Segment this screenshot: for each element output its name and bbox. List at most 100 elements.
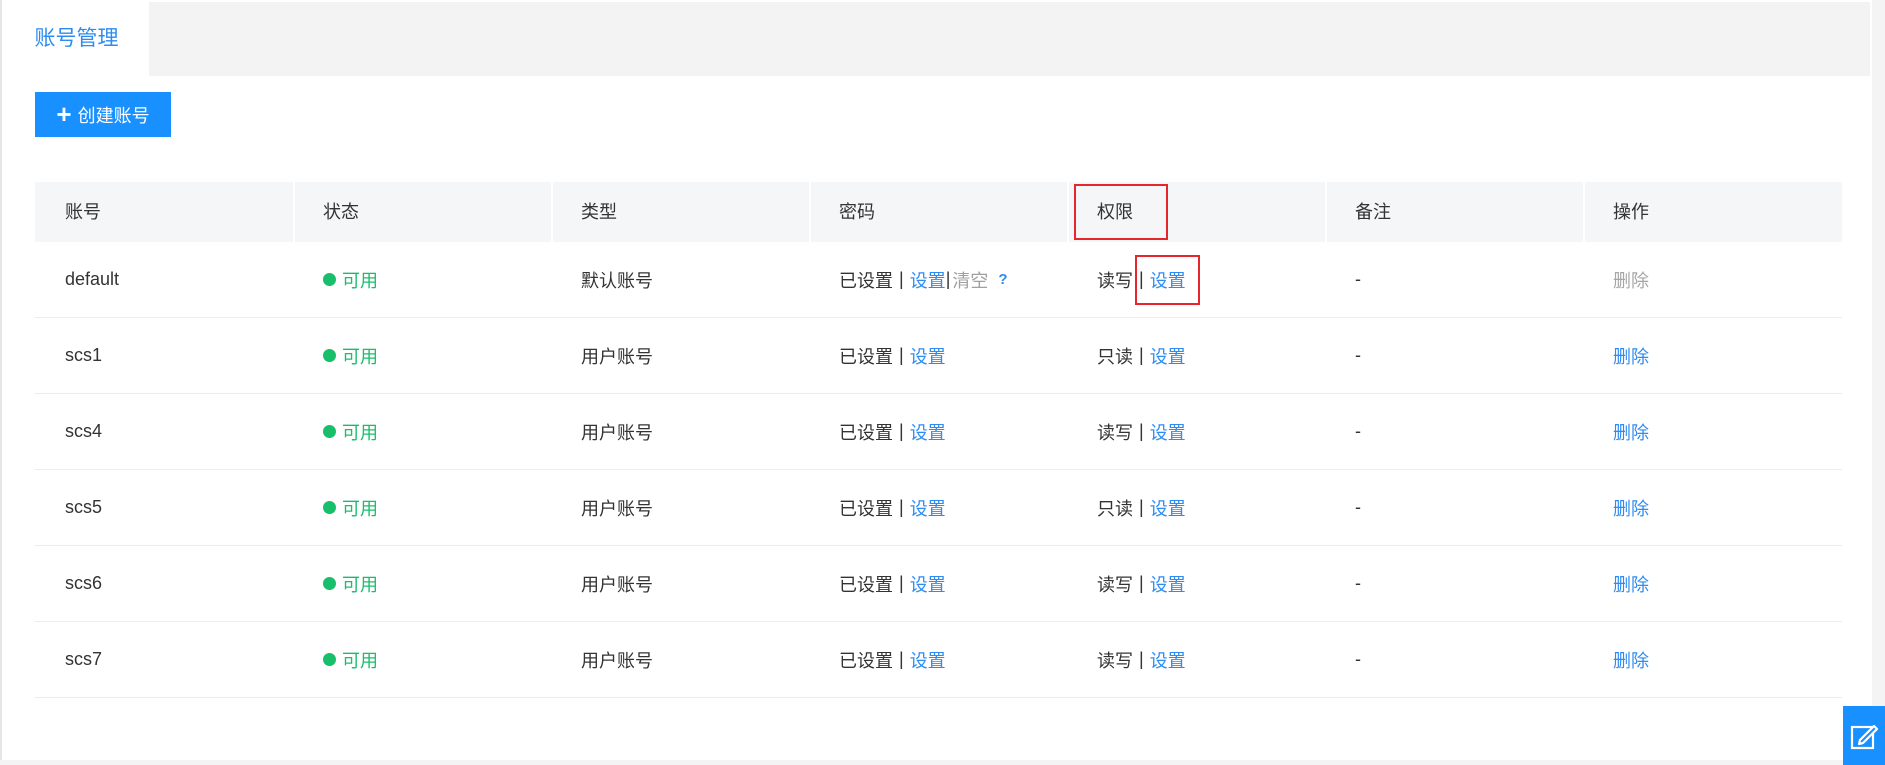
status-dot-icon [323,349,336,362]
separator: | [899,649,904,669]
cell-actions: 删除 [1583,242,1841,317]
status-text: 可用 [342,574,378,595]
accounts-table: 账号 状态 类型 密码 权限 备注 操作 default 可用 默认账号 已设置… [35,182,1842,698]
cell-type: 用户账号 [581,650,653,671]
permission-set-link[interactable]: 设置 [1150,571,1186,597]
cell-permission: 读写 | 设置 [1067,394,1325,469]
plus-icon: + [56,98,72,129]
delete-link[interactable]: 删除 [1613,343,1649,369]
status-text: 可用 [342,498,378,519]
password-set-link[interactable]: 设置 [910,419,946,445]
cell-permission: 只读 | 设置 [1067,318,1325,393]
cell-status: 可用 [293,318,551,393]
status-dot-icon [323,653,336,666]
cell-note: - [1355,421,1361,441]
cell-type: 用户账号 [581,422,653,443]
password-set-link[interactable]: 设置 [910,343,946,369]
header-actions: 操作 [1583,182,1841,242]
cell-actions: 删除 [1583,470,1841,545]
permission-set-link[interactable]: 设置 [1150,647,1186,673]
cell-note: - [1355,269,1361,289]
cell-password: 已设置 | 设置 [809,546,1067,621]
table-row: scs7 可用 用户账号 已设置 | 设置 读写 | 设置 - 删除 [35,622,1842,698]
separator: | [945,269,951,289]
cell-account: scs6 [65,573,103,593]
status-dot-icon [323,577,336,590]
cell-type: 用户账号 [581,498,653,519]
permission-state: 只读 [1097,498,1133,519]
cell-note: - [1355,345,1361,365]
separator: | [899,573,904,593]
cell-account: default [65,269,120,289]
cell-account: scs4 [65,421,103,441]
cell-actions: 删除 [1583,318,1841,393]
delete-link[interactable]: 删除 [1613,571,1649,597]
table-row: scs1 可用 用户账号 已设置 | 设置 只读 | 设置 - 删除 [35,318,1842,394]
separator: | [1139,497,1144,517]
cell-password: 已设置 | 设置 [809,394,1067,469]
cell-type: 默认账号 [581,270,653,291]
separator: | [899,345,904,365]
cell-actions: 删除 [1583,394,1841,469]
cell-note: - [1355,649,1361,669]
cell-type: 用户账号 [581,346,653,367]
delete-link[interactable]: 删除 [1613,495,1649,521]
permission-state: 只读 [1097,346,1133,367]
cell-note: - [1355,573,1361,593]
cell-permission: 读写 | 设置 [1067,546,1325,621]
cell-password: 已设置 | 设置 [809,318,1067,393]
delete-link[interactable]: 删除 [1613,647,1649,673]
cell-password: 已设置 | 设置 [809,470,1067,545]
help-icon[interactable]: ? [998,271,1007,288]
permission-state: 读写 [1097,650,1133,671]
password-set-link[interactable]: 设置 [910,647,946,673]
password-state: 已设置 [839,346,893,367]
permission-set-link[interactable]: 设置 [1150,495,1186,521]
create-account-button[interactable]: + 创建账号 [35,92,171,137]
tab-bar: 账号管理 [4,2,1870,76]
table-row: scs6 可用 用户账号 已设置 | 设置 读写 | 设置 - 删除 [35,546,1842,622]
password-set-link[interactable]: 设置 [910,571,946,597]
separator: | [899,269,904,289]
page-frame: 账号管理 + 创建账号 账号 状态 类型 密码 权限 备注 操作 default… [0,0,1872,760]
status-text: 可用 [342,346,378,367]
permission-state: 读写 [1097,574,1133,595]
separator: | [899,421,904,441]
delete-link-disabled: 删除 [1613,270,1649,291]
password-state: 已设置 [839,574,893,595]
status-text: 可用 [342,650,378,671]
separator: | [1139,573,1144,593]
tab-account-management[interactable]: 账号管理 [4,2,149,76]
cell-status: 可用 [293,470,551,545]
cell-permission: 读写 | 设置 [1067,622,1325,697]
password-clear-link: 清空 [952,270,989,291]
edit-float-button[interactable] [1843,706,1885,765]
cell-password: 已设置 | 设置 [809,622,1067,697]
header-account: 账号 [65,202,101,222]
header-type: 类型 [551,182,809,242]
delete-link[interactable]: 删除 [1613,419,1649,445]
table-header: 账号 状态 类型 密码 权限 备注 操作 [35,182,1842,242]
permission-set-link[interactable]: 设置 [1150,343,1186,369]
cell-actions: 删除 [1583,622,1841,697]
highlight-box-permission-header [1074,184,1168,240]
cell-status: 可用 [293,622,551,697]
cell-account: scs5 [65,497,103,517]
cell-account: scs1 [65,345,103,365]
permission-set-link[interactable]: 设置 [1150,419,1186,445]
password-set-link[interactable]: 设置 [910,267,946,293]
table-row: scs4 可用 用户账号 已设置 | 设置 读写 | 设置 - 删除 [35,394,1842,470]
cell-permission: 只读 | 设置 [1067,470,1325,545]
cell-note: - [1355,497,1361,517]
edit-icon [1850,724,1879,749]
permission-state: 读写 [1097,270,1133,291]
password-set-link[interactable]: 设置 [910,495,946,521]
cell-account: scs7 [65,649,103,669]
cell-password: 已设置 | 设置 | 清空 ? [809,242,1067,317]
cell-status: 可用 [293,242,551,317]
password-state: 已设置 [839,650,893,671]
cell-status: 可用 [293,394,551,469]
password-state: 已设置 [839,270,893,291]
status-dot-icon [323,501,336,514]
header-note: 备注 [1325,182,1583,242]
